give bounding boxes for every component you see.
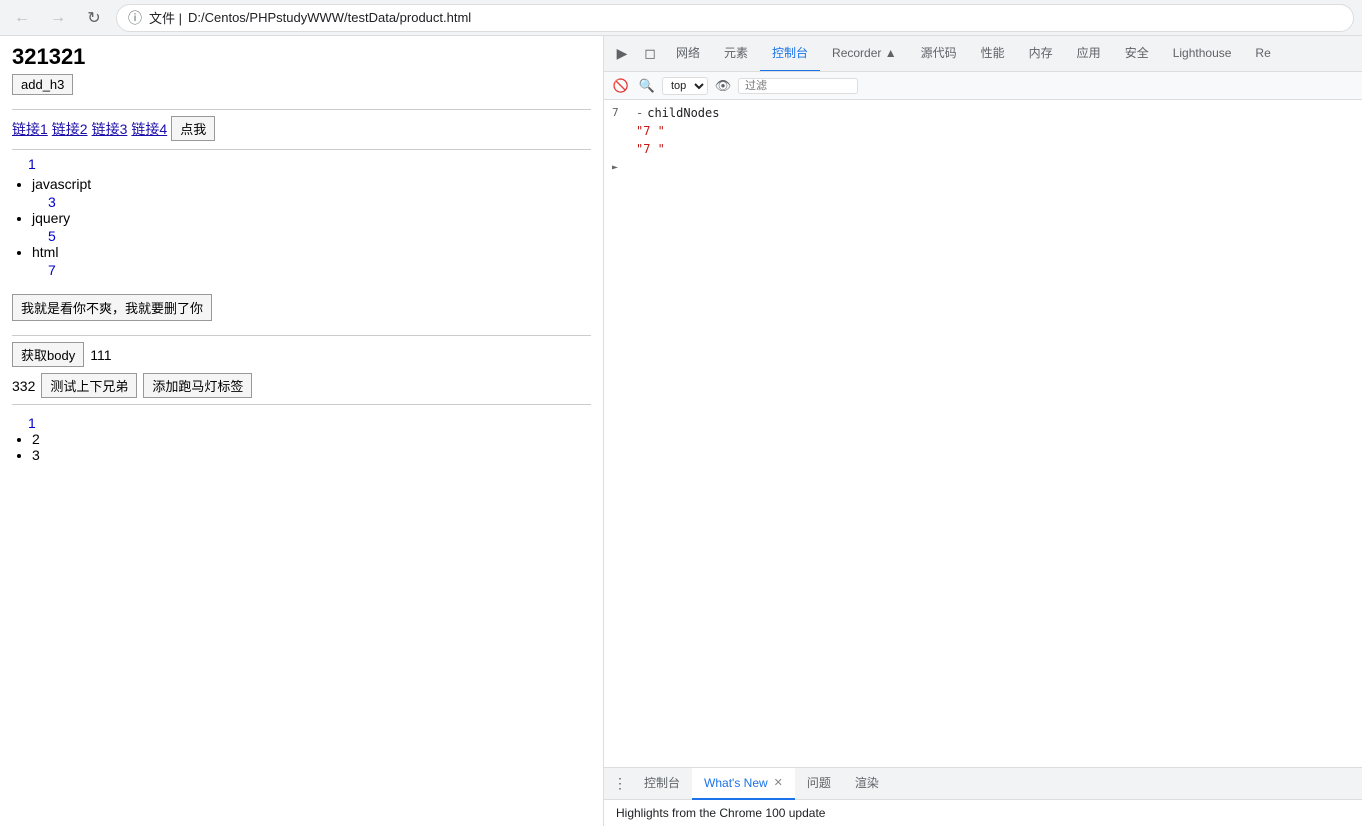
filter-icon[interactable]: 🔍 — [636, 75, 658, 97]
num-332: 332 — [12, 378, 35, 394]
tab-memory[interactable]: 内存 — [1017, 36, 1065, 72]
link-2[interactable]: 链接2 — [52, 119, 88, 139]
click-button[interactable]: 点我 — [171, 116, 215, 141]
console-string-2: "7 " — [636, 142, 665, 156]
console-line-2: "7 " — [604, 122, 1362, 140]
devtools-panel: ▶ ◻ 网络 元素 控制台 Recorder ▲ 源代码 性能 内存 应用 安全… — [604, 36, 1362, 826]
console-content: 7 - childNodes "7 " "7 " ► — [604, 100, 1362, 767]
num-5: 5 — [48, 228, 591, 244]
console-line-3: "7 " — [604, 140, 1362, 158]
webpage-panel: 321321 add_h3 链接1 链接2 链接3 链接4 点我 1 javas… — [0, 36, 604, 826]
tab-elements[interactable]: 元素 — [712, 36, 760, 72]
link-4[interactable]: 链接4 — [131, 119, 167, 139]
browser-toolbar: ← → ↻ ⓘ 文件 | D:/Centos/PHPstudyWWW/testD… — [0, 0, 1362, 36]
add-h3-button[interactable]: add_h3 — [12, 74, 73, 95]
console-line-1: 7 - childNodes — [604, 104, 1362, 122]
console-string-1: "7 " — [636, 124, 665, 138]
num-111: 111 — [90, 347, 111, 363]
list2-bullets: 2 3 — [32, 431, 591, 463]
list2-num1: 1 — [28, 415, 591, 431]
whatsnew-label: What's New — [704, 776, 768, 790]
bottom-tab-whatsnew[interactable]: What's New ✕ — [692, 768, 795, 800]
divider-3 — [12, 335, 591, 336]
tab-more[interactable]: Re — [1243, 36, 1282, 72]
tab-recorder[interactable]: Recorder ▲ — [820, 36, 909, 72]
tab-performance[interactable]: 性能 — [969, 36, 1017, 72]
address-bar[interactable]: ⓘ 文件 | D:/Centos/PHPstudyWWW/testData/pr… — [116, 4, 1354, 32]
back-button[interactable]: ← — [8, 4, 36, 32]
console-line-num-1: 7 — [612, 106, 632, 119]
sibling-button[interactable]: 测试上下兄弟 — [41, 373, 137, 398]
bottom-tab-console[interactable]: 控制台 — [632, 768, 692, 800]
bottom-row: 332 测试上下兄弟 添加跑马灯标签 — [12, 373, 591, 398]
devtools-tabs: ▶ ◻ 网络 元素 控制台 Recorder ▲ 源代码 性能 内存 应用 安全… — [604, 36, 1362, 72]
expand-arrow-icon: ► — [612, 162, 618, 173]
close-whatsnew-icon[interactable]: ✕ — [774, 776, 783, 789]
tab-console[interactable]: 控制台 — [760, 36, 820, 72]
inspect-element-icon[interactable]: ▶ — [608, 40, 636, 68]
list2-item-2: 3 — [32, 447, 591, 463]
links-row: 链接1 链接2 链接3 链接4 点我 — [12, 116, 591, 141]
list-item-html: html — [32, 244, 591, 260]
get-body-row: 获取body 111 — [12, 342, 591, 367]
list-section-2: 1 2 3 — [12, 415, 591, 463]
forward-button[interactable]: → — [44, 4, 72, 32]
divider-1 — [12, 109, 591, 110]
bottom-tab-issues[interactable]: 问题 — [795, 768, 843, 800]
context-select[interactable]: top — [662, 77, 708, 95]
eye-icon[interactable]: 👁 — [712, 75, 734, 97]
tab-security[interactable]: 安全 — [1113, 36, 1161, 72]
tab-lighthouse[interactable]: Lighthouse — [1161, 36, 1244, 72]
marquee-button[interactable]: 添加跑马灯标签 — [143, 373, 252, 398]
devtools-bottom: ⋮ 控制台 What's New ✕ 问题 渲染 Highlights from… — [604, 767, 1362, 826]
device-toolbar-icon[interactable]: ◻ — [636, 40, 664, 68]
num-1: 1 — [28, 156, 591, 172]
security-icon: ⓘ — [127, 10, 143, 26]
filter-input[interactable] — [738, 78, 858, 94]
console-dash-1: - — [636, 106, 643, 120]
more-tabs-icon[interactable]: ⋮ — [608, 772, 632, 796]
numbered-section: 1 javascript 3 jquery 5 html 7 — [12, 156, 591, 278]
page-title: 321321 — [12, 44, 591, 70]
get-body-button[interactable]: 获取body — [12, 342, 84, 367]
list-item-jquery: jquery — [32, 210, 591, 226]
divider-2 — [12, 149, 591, 150]
main-area: 321321 add_h3 链接1 链接2 链接3 链接4 点我 1 javas… — [0, 36, 1362, 826]
bullet-list: javascript 3 jquery 5 html 7 — [32, 176, 591, 278]
list2-item-1: 2 — [32, 431, 591, 447]
console-text-1: childNodes — [647, 106, 719, 120]
bottom-tab-bar: ⋮ 控制台 What's New ✕ 问题 渲染 — [604, 768, 1362, 800]
num-3: 3 — [48, 194, 591, 210]
divider-4 — [12, 404, 591, 405]
console-toolbar: 🚫 🔍 top 👁 — [604, 72, 1362, 100]
num-7: 7 — [48, 262, 591, 278]
bottom-tab-render[interactable]: 渲染 — [843, 768, 891, 800]
delete-button[interactable]: 我就是看你不爽，我就要删了你 — [12, 294, 212, 321]
url-prefix: 文件 | — [149, 8, 182, 27]
list-item-js: javascript — [32, 176, 591, 192]
bottom-content-text: Highlights from the Chrome 100 update — [616, 806, 825, 820]
bottom-panel-content: Highlights from the Chrome 100 update — [604, 800, 1362, 826]
tab-network[interactable]: 网络 — [664, 36, 712, 72]
console-expand-row[interactable]: ► — [604, 158, 1362, 176]
browser-window: ← → ↻ ⓘ 文件 | D:/Centos/PHPstudyWWW/testD… — [0, 0, 1362, 826]
reload-button[interactable]: ↻ — [80, 4, 108, 32]
url-text: D:/Centos/PHPstudyWWW/testData/product.h… — [188, 10, 471, 25]
tab-sources[interactable]: 源代码 — [909, 36, 969, 72]
link-1[interactable]: 链接1 — [12, 119, 48, 139]
link-3[interactable]: 链接3 — [92, 119, 128, 139]
clear-console-icon[interactable]: 🚫 — [610, 75, 632, 97]
tab-application[interactable]: 应用 — [1065, 36, 1113, 72]
